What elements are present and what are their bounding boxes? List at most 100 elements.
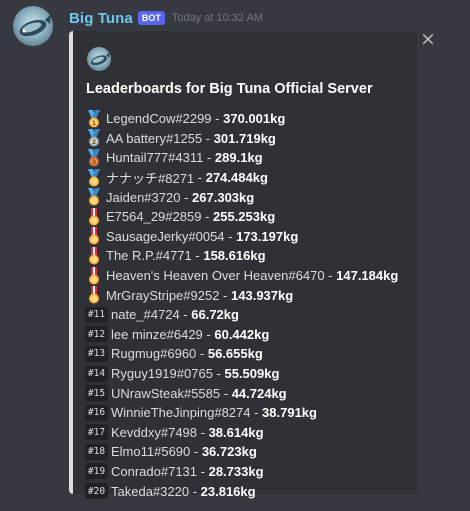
player-name: Takeda#3220 [111,483,190,499]
player-name: The R.P.#4771 [106,248,192,264]
player-name: nate_#4724 [111,307,180,323]
player-name: UNrawSteak#5585 [111,385,221,401]
player-score: 301.719kg [213,130,276,146]
player-name: lee minze#6429 [111,326,203,342]
leaderboard-row: #15 UNrawSteak#5585 - 44.724kg [85,383,415,403]
player-score: 36.723kg [201,444,257,460]
player-name: Huntail777#4311 [106,150,204,166]
ribbon-medal-icon [89,246,99,265]
player-score: 66.72kg [191,307,239,323]
separator: - [194,170,206,186]
svg-text:2: 2 [92,139,96,146]
ribbon-medal-icon [89,227,99,245]
player-score: 38.791kg [262,405,317,421]
leaderboard-row: MrGrayStripe#9252 - 143.937kg [85,285,415,305]
player-name: WinnieTheJinping#8274 [111,405,251,421]
rank-badge: #16 [85,404,108,421]
leaderboard-row: 1 LegendCow#2299 - 370.001kg [85,109,415,129]
separator: - [196,346,208,362]
leaderboard-row: #19 Conrado#7131 - 28.733kg [85,462,415,482]
leaderboard-row: #13 Rugmug#6960 - 56.655kg [85,344,415,364]
rank-badge: #14 [85,365,108,382]
svg-text:3: 3 [92,159,96,166]
player-score: 55.509kg [224,366,280,382]
player-score: 255.253kg [213,209,276,225]
player-score: 60.442kg [214,326,270,342]
separator: - [197,424,209,440]
ribbon-medal-icon [89,207,99,226]
separator: - [250,405,263,421]
separator: - [190,444,202,460]
military-medal-icon [88,188,100,206]
rank-badge: #20 [85,483,108,500]
gold-medal-icon: 1 [88,109,100,128]
player-name: MrGrayStripe#9252 [106,287,220,303]
message-timestamp: Today at 10:32 AM [171,12,263,24]
leaderboard-row: #20 Takeda#3220 - 23.816kg [85,481,415,501]
separator: - [197,463,209,479]
player-name: Kevddxy#7498 [111,424,198,440]
tuna-icon [90,51,110,66]
rank-badge: #19 [85,463,108,480]
leaderboard-row: #17 Kevddxy#7498 - 38.614kg [85,423,415,443]
leaderboard-row: ナナッチ#8271 - 274.484kg [85,168,415,188]
player-score: 267.303kg [192,189,255,205]
ribbon-medal-icon [89,266,99,285]
separator: - [202,326,215,342]
player-score: 147.184kg [336,268,399,284]
player-name: ナナッチ#8271 [106,171,195,187]
player-score: 23.816kg [200,483,256,499]
player-score: 38.614kg [208,424,264,440]
military-medal-icon [88,168,100,187]
bronze-medal-icon: 3 [88,148,100,167]
player-score: 158.616kg [203,248,266,264]
player-score: 274.484kg [205,170,268,186]
player-name: Rugmug#6960 [111,346,197,362]
tuna-icon [19,14,51,37]
ribbon-medal-icon [89,286,99,304]
leaderboard-row: The R.P.#4771 - 158.616kg [85,246,415,266]
separator: - [201,209,213,225]
leaderboard-row: Heaven's Heaven Over Heaven#6470 - 147.1… [85,266,415,286]
player-score: 28.733kg [208,463,264,479]
separator: - [219,287,232,303]
separator: - [191,248,204,264]
player-score: 370.001kg [223,111,286,127]
svg-text:1: 1 [92,120,96,127]
player-name: SausageJerky#0054 [106,228,225,244]
rank-badge: #11 [85,306,108,323]
player-name: E7564_29#2859 [106,209,202,225]
leaderboard-row: #18 Elmo11#5690 - 36.723kg [85,442,415,462]
rank-badge: #17 [85,424,108,441]
separator: - [202,130,214,146]
rank-badge: #12 [85,326,108,343]
leaderboard-row: #12 lee minze#6429 - 60.442kg [85,325,415,345]
leaderboard-row: #11 nate_#4724 - 66.72kg [85,305,415,325]
separator: - [220,385,232,401]
silver-medal-icon: 2 [88,129,100,147]
bot-username[interactable]: Big Tuna [69,10,133,27]
rank-badge: #13 [85,345,108,362]
bot-avatar[interactable] [13,6,53,46]
player-name: Conrado#7131 [111,463,198,479]
player-name: Elmo11#5690 [111,444,191,460]
leaderboard-embed: Leaderboards for Big Tuna Official Serve… [69,31,417,500]
player-score: 289.1kg [214,150,263,166]
leaderboard-list: 1 LegendCow#2299 - 370.001kg 2 AA battery#1… [85,109,415,501]
player-score: 143.937kg [231,287,294,303]
player-name: Heaven's Heaven Over Heaven#6470 [106,268,325,284]
player-name: LegendCow#2299 [106,111,212,127]
leaderboard-row: #16 WinnieTheJinping#8274 - 38.791kg [85,403,415,423]
leaderboard-row: Jaiden#3720 - 267.303kg [85,187,415,207]
bot-badge: BOT [137,11,165,25]
player-score: 44.724kg [231,385,287,401]
leaderboard-row: 2 AA battery#1255 - 301.719kg [85,129,415,149]
message-header: Big Tuna BOT Today at 10:32 AM [69,8,263,28]
separator: - [224,228,237,244]
embed-title: Leaderboards for Big Tuna Official Serve… [86,81,373,97]
leaderboard-row: E7564_29#2859 - 255.253kg [85,207,415,227]
player-name: Ryguy1919#0765 [111,366,213,382]
leaderboard-row: SausageJerky#0054 - 173.197kg [85,227,415,247]
separator: - [179,307,192,323]
close-icon[interactable]: × [419,29,437,49]
